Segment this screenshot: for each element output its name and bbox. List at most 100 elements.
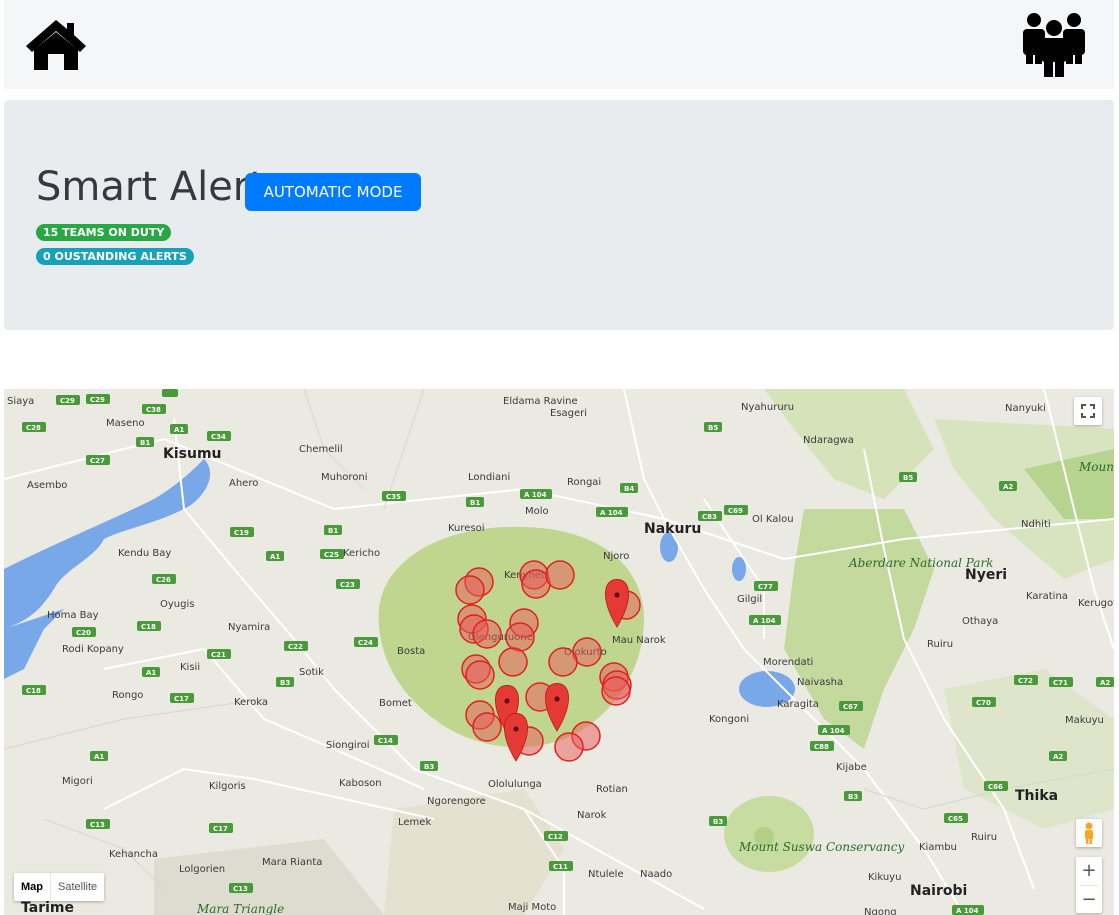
svg-text:Kaboson: Kaboson — [339, 778, 382, 789]
svg-text:B3: B3 — [424, 763, 434, 771]
svg-text:A 104: A 104 — [753, 617, 776, 625]
svg-text:Morendati: Morendati — [763, 657, 813, 668]
svg-text:A 104: A 104 — [600, 509, 623, 517]
svg-text:A1: A1 — [146, 669, 156, 677]
svg-text:C29: C29 — [90, 396, 105, 404]
page-title: Smart Alert — [36, 164, 265, 210]
svg-text:Aberdare National Park: Aberdare National Park — [848, 556, 993, 570]
svg-text:Naivasha: Naivasha — [797, 677, 843, 688]
svg-text:C70: C70 — [976, 699, 991, 707]
svg-text:Rongo: Rongo — [112, 690, 143, 701]
svg-text:Kijabe: Kijabe — [836, 762, 867, 773]
map-type-control: Map Satellite — [14, 873, 105, 901]
fullscreen-button[interactable] — [1074, 397, 1102, 425]
svg-text:Ruiru: Ruiru — [927, 639, 953, 650]
svg-text:Lolgorien: Lolgorien — [179, 864, 225, 875]
svg-text:Kisii: Kisii — [180, 662, 200, 673]
svg-text:C23: C23 — [340, 581, 355, 589]
zoom-in-button[interactable]: + — [1076, 857, 1102, 885]
svg-text:C35: C35 — [386, 493, 401, 501]
svg-text:C38: C38 — [146, 406, 161, 414]
svg-text:Othaya: Othaya — [962, 616, 998, 627]
svg-text:Mara Triangle: Mara Triangle — [196, 902, 284, 915]
svg-text:C24: C24 — [358, 639, 373, 647]
svg-text:Kongoni: Kongoni — [709, 714, 749, 725]
svg-text:Nyahururu: Nyahururu — [741, 402, 794, 413]
svg-text:B1: B1 — [328, 527, 338, 535]
outstanding-alerts-badge: 0 OUSTANDING ALERTS — [36, 248, 194, 265]
svg-text:C66: C66 — [988, 783, 1003, 791]
svg-text:A2: A2 — [1003, 483, 1013, 491]
home-icon[interactable] — [24, 18, 88, 72]
svg-text:A 104: A 104 — [524, 491, 547, 499]
teams-on-duty-badge: 15 TEAMS ON DUTY — [36, 224, 172, 241]
svg-text:Kisumu: Kisumu — [163, 446, 222, 462]
svg-text:A1: A1 — [270, 553, 280, 561]
map[interactable]: C29 C29 C38 C28 A1 C34 B1 C27 C35 B1 A 1… — [4, 389, 1114, 915]
svg-text:Makuyu: Makuyu — [1065, 715, 1104, 726]
svg-text:Esageri: Esageri — [550, 408, 587, 419]
svg-text:B3: B3 — [280, 679, 290, 687]
svg-text:Ngong: Ngong — [864, 907, 897, 915]
town-label: Siaya — [7, 396, 34, 407]
svg-text:Molo: Molo — [525, 506, 549, 517]
svg-text:C29: C29 — [60, 397, 75, 405]
svg-text:Chemelil: Chemelil — [299, 444, 343, 455]
svg-text:Eldama Ravine: Eldama Ravine — [503, 396, 578, 407]
svg-text:Tarime: Tarime — [21, 900, 74, 915]
map-canvas[interactable]: C29 C29 C38 C28 A1 C34 B1 C27 C35 B1 A 1… — [4, 389, 1114, 915]
svg-text:C17: C17 — [174, 695, 189, 703]
svg-text:C18: C18 — [26, 687, 41, 695]
svg-text:Karagita: Karagita — [777, 699, 819, 710]
svg-text:B3: B3 — [848, 793, 858, 801]
svg-text:A2: A2 — [1053, 753, 1063, 761]
street-view-button[interactable] — [1076, 819, 1102, 847]
svg-text:C27: C27 — [90, 457, 105, 465]
svg-text:Oyugis: Oyugis — [160, 599, 194, 610]
svg-text:Mau Narok: Mau Narok — [612, 635, 666, 646]
map-type-satellite-button[interactable]: Satellite — [50, 873, 104, 901]
automatic-mode-button[interactable]: AUTOMATIC MODE — [245, 173, 421, 211]
svg-text:Nairobi: Nairobi — [910, 883, 967, 899]
svg-text:Thika: Thika — [1015, 788, 1058, 804]
svg-text:C69: C69 — [728, 507, 743, 515]
svg-text:Ruiru: Ruiru — [971, 832, 997, 843]
fullscreen-icon — [1081, 404, 1095, 418]
svg-text:C28: C28 — [26, 424, 41, 432]
svg-text:Muhoroni: Muhoroni — [321, 472, 368, 483]
zoom-out-button[interactable]: − — [1076, 886, 1102, 913]
svg-text:Lemek: Lemek — [398, 817, 431, 828]
svg-text:C13: C13 — [90, 821, 105, 829]
svg-text:Karatina: Karatina — [1026, 591, 1068, 602]
svg-text:C13: C13 — [233, 885, 248, 893]
svg-text:C11: C11 — [553, 863, 568, 871]
svg-text:Maji Moto: Maji Moto — [508, 902, 556, 913]
svg-text:Rodi Kopany: Rodi Kopany — [62, 644, 124, 655]
svg-text:Ndhiti: Ndhiti — [1021, 519, 1051, 530]
svg-text:Migori: Migori — [62, 776, 93, 787]
svg-text:B4: B4 — [624, 485, 634, 493]
header-panel: Smart Alert AUTOMATIC MODE 15 TEAMS ON D… — [4, 100, 1114, 330]
svg-text:Narok: Narok — [577, 810, 607, 821]
svg-text:A2: A2 — [1100, 679, 1110, 687]
svg-text:Kerugoya: Kerugoya — [1078, 598, 1114, 609]
svg-text:B5: B5 — [903, 474, 913, 482]
svg-text:Bomet: Bomet — [379, 698, 412, 709]
svg-text:C26: C26 — [156, 576, 171, 584]
svg-text:Kikuyu: Kikuyu — [868, 872, 901, 883]
svg-text:B3: B3 — [713, 818, 723, 826]
svg-text:Kehancha: Kehancha — [109, 849, 158, 860]
svg-text:Njoro: Njoro — [603, 551, 629, 562]
pegman-icon — [1085, 822, 1093, 844]
map-type-map-button[interactable]: Map — [14, 873, 50, 901]
svg-text:A1: A1 — [174, 426, 184, 434]
navbar — [4, 0, 1114, 89]
svg-text:Nakuru: Nakuru — [644, 521, 701, 537]
users-icon[interactable] — [1020, 12, 1088, 78]
svg-text:Nyamira: Nyamira — [228, 622, 270, 633]
svg-text:B5: B5 — [708, 424, 718, 432]
svg-text:C34: C34 — [211, 433, 226, 441]
svg-text:C14: C14 — [378, 737, 393, 745]
zoom-controls: + − — [1076, 857, 1102, 913]
svg-text:A 104: A 104 — [956, 907, 979, 915]
